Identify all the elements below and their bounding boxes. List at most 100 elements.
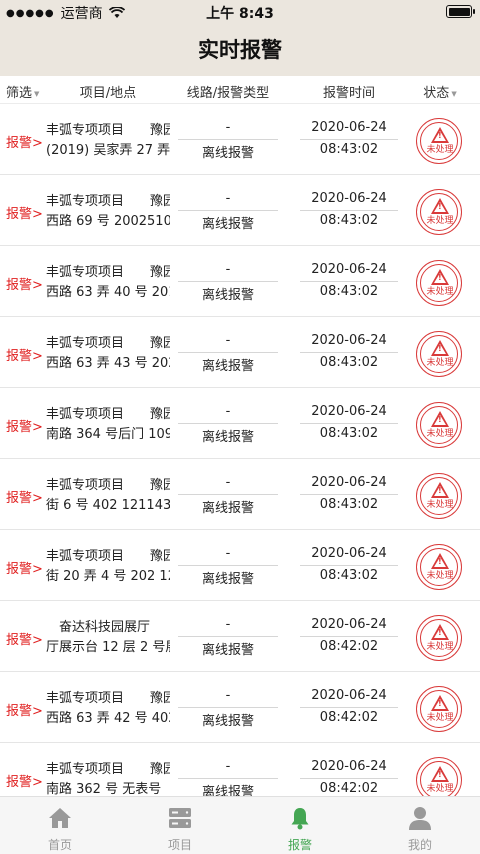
tab-bar: 首页 项目 报警 我的 [0,796,480,854]
project-name: 丰弧专项项目 豫园街 [46,123,170,138]
alarm-link[interactable]: 报警> [6,274,43,293]
page-title: 实时报警 [198,38,282,62]
alarm-clock-time: 08:42:02 [319,639,379,654]
status-text: 未处理 [426,784,454,794]
alarm-time: 2020-06-24 08:43:02 [300,191,398,231]
unprocessed-stamp-icon: ! 未处理 [416,189,462,235]
alarm-row[interactable]: 报警>丰弧专项项目 豫园街南路 362 号 无表号-离线报警2020-06-24… [0,743,480,796]
line-value: - [178,333,278,353]
alarm-date: 2020-06-24 [300,404,398,424]
alarm-row[interactable]: 报警> 奋达科技园展厅厅展示台 12 层 2 号展台- 离线报警 2020-06-2… [0,601,480,672]
time-column-header: 报警时间 [322,86,375,101]
alarm-row[interactable]: 报警>丰弧专项项目 豫园街街 20 弄 4 号 202 1211- 离线报警 202… [0,530,480,601]
alarm-link[interactable]: 报警> [6,771,43,790]
project-address: 西路 63 弄 42 号 402 [46,711,170,726]
status-filter-button[interactable]: 状态 ▼ [412,82,468,101]
alarm-date: 2020-06-24 [300,617,398,637]
alarm-date: 2020-06-24 [300,546,398,566]
line-alarm-type: - 离线报警 [178,546,278,587]
line-value: - [178,404,278,424]
alarm-row[interactable]: 报警>丰弧专项项目 豫园街西路 69 号 20025102- 离线报警 2020-0… [0,175,480,246]
line-alarm-type: - 离线报警 [178,688,278,729]
alarm-date: 2020-06-24 [300,475,398,495]
alarm-row[interactable]: 报警>丰弧专项项目 豫园街西路 63 弄 43 号 202- 离线报警 2020-0… [0,317,480,388]
home-icon [49,808,71,828]
project-location: 丰弧专项项目 豫园街西路 63 弄 43 号 202 [46,334,170,374]
line-value: - [178,475,278,495]
alarm-link[interactable]: 报警> [6,487,43,506]
alarm-list[interactable]: 报警>丰弧专项项目 豫园街(2019) 吴家弄 27 弄-离线报警2020-06… [0,104,480,796]
line-alarm-type: - 离线报警 [178,191,278,232]
line-value: - [178,191,278,211]
project-name: 丰弧专项项目 豫园街 [46,549,170,564]
alarm-row[interactable]: 报警>丰弧专项项目 豫园街街 6 号 402 12114340- 离线报警 2020… [0,459,480,530]
project-name: 丰弧专项项目 豫园街 [46,194,170,209]
alarm-link[interactable]: 报警> [6,629,43,648]
user-icon [409,807,431,830]
alarm-row[interactable]: 报警>丰弧专项项目 豫园街西路 63 弄 42 号 402- 离线报警 2020-0… [0,672,480,743]
line-alarm-type: - 离线报警 [178,262,278,303]
tab-alarms[interactable]: 报警 [240,801,360,853]
project-location: 丰弧专项项目 豫园街南路 364 号后门 1095 [46,405,170,445]
project-location: 丰弧专项项目 豫园街街 6 号 402 12114340 [46,476,170,516]
project-address: 厅展示台 12 层 2 号展台 [46,640,170,655]
project-location: 丰弧专项项目 豫园街 (2019) 吴家弄 27 弄 [46,121,170,161]
tab-projects[interactable]: 项目 [120,801,240,853]
alarm-link[interactable]: 报警> [6,345,43,364]
battery-icon [446,5,475,18]
alarm-link[interactable]: 报警> [6,558,43,577]
project-address: 西路 63 弄 40 号 201 [46,285,170,300]
status-text: 未处理 [426,358,454,368]
alarm-time: 2020-06-24 08:43:02 [300,120,398,160]
alarm-date: 2020-06-24 [300,191,398,211]
line-value: - [178,546,278,566]
unprocessed-stamp-icon: ! 未处理 [416,473,462,519]
alarm-type: 离线报警 [201,643,254,658]
alarm-clock-time: 08:43:02 [319,355,379,370]
project-name: 丰弧专项项目 豫园街 [46,265,170,280]
alarm-type: 离线报警 [201,572,254,587]
project-location: 丰弧专项项目 豫园街西路 63 弄 40 号 201 [46,263,170,303]
tab-home[interactable]: 首页 [0,801,120,853]
alarm-link[interactable]: 报警> [6,132,43,151]
status-text: 未处理 [426,429,454,439]
alarm-date: 2020-06-24 [300,759,398,779]
line-alarm-type: - 离线报警 [178,120,278,161]
status-text: 未处理 [426,713,454,723]
alarm-row[interactable]: 报警>丰弧专项项目 豫园街 (2019) 吴家弄 27 弄- 离线报警 2020-06… [0,104,480,175]
project-address: 南路 364 号后门 1095 [46,427,170,442]
line-alarm-type: - 离线报警 [178,759,278,796]
alarm-date: 2020-06-24 [300,262,398,282]
nav-bar: 实时报警 [0,24,480,76]
alarm-clock-time: 08:43:02 [319,213,379,228]
alarm-time: 2020-06-24 08:43:02 [300,262,398,302]
line-value: - [178,688,278,708]
unprocessed-stamp-icon: ! 未处理 [416,544,462,590]
unprocessed-stamp-icon: ! 未处理 [416,757,462,796]
alarm-time: 2020-06-24 08:43:02 [300,404,398,444]
line-alarm-type: - 离线报警 [178,617,278,658]
alarm-type: 离线报警 [201,146,254,161]
alarm-time: 2020-06-24 08:43:02 [300,333,398,373]
tab-profile-label: 我的 [407,838,432,852]
alarm-time: 2020-06-24 08:42:02 [300,759,398,796]
alarm-date: 2020-06-24 [300,120,398,140]
alarm-type: 离线报警 [201,359,254,374]
alarm-time: 2020-06-24 08:43:02 [300,475,398,515]
unprocessed-stamp-icon: ! 未处理 [416,118,462,164]
tab-profile[interactable]: 我的 [360,801,480,853]
alarm-row[interactable]: 报警>丰弧专项项目 豫园街南路 364 号后门 1095- 离线报警 2020-06… [0,388,480,459]
status-text: 未处理 [426,571,454,581]
project-address: 西路 63 弄 43 号 202 [46,356,170,371]
alarm-row[interactable]: 报警>丰弧专项项目 豫园街西路 63 弄 40 号 201- 离线报警 2020-0… [0,246,480,317]
alarm-type: 离线报警 [201,714,254,729]
line-alarm-type: - 离线报警 [178,333,278,374]
alarm-link[interactable]: 报警> [6,203,43,222]
line-value: - [178,759,278,779]
alarm-link[interactable]: 报警> [6,700,43,719]
status-text: 未处理 [426,642,454,652]
alarm-type: 离线报警 [201,217,254,232]
filter-button[interactable]: 筛选 ▼ [6,82,39,101]
alarm-clock-time: 08:43:02 [319,284,379,299]
alarm-link[interactable]: 报警> [6,416,43,435]
